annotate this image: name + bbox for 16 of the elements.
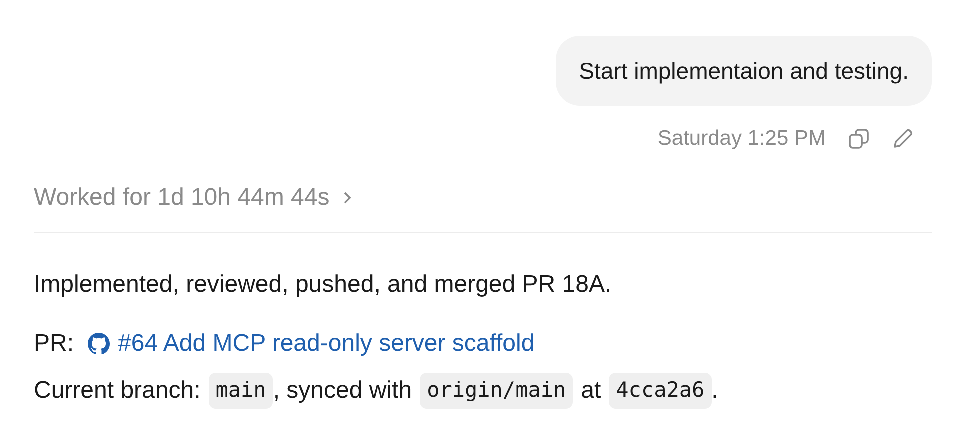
pencil-icon[interactable] [892, 128, 914, 150]
inline-code: main [208, 373, 274, 409]
pr-link[interactable]: #64 Add MCP read-only server scaffold [88, 326, 535, 362]
summary-text: Implemented, reviewed, pushed, and merged PR 18A. [34, 270, 613, 300]
copy-icon[interactable] [848, 128, 870, 150]
branch-text: , synced with [273, 376, 412, 406]
inline-code: origin/main [420, 373, 574, 409]
github-icon [88, 333, 110, 355]
branch-text: at [581, 376, 602, 406]
message-bubble: Start implementaion and testing. [556, 36, 932, 106]
timestamp: Saturday 1:25 PM [658, 126, 826, 152]
branch-text: . [712, 376, 718, 406]
worked-for-toggle[interactable]: Worked for 1d 10h 44m 44s [34, 180, 354, 216]
inline-code: 4cca2a6 [609, 373, 712, 409]
pr-label: PR: [34, 329, 74, 359]
branch-text: Current branch: [34, 376, 201, 406]
